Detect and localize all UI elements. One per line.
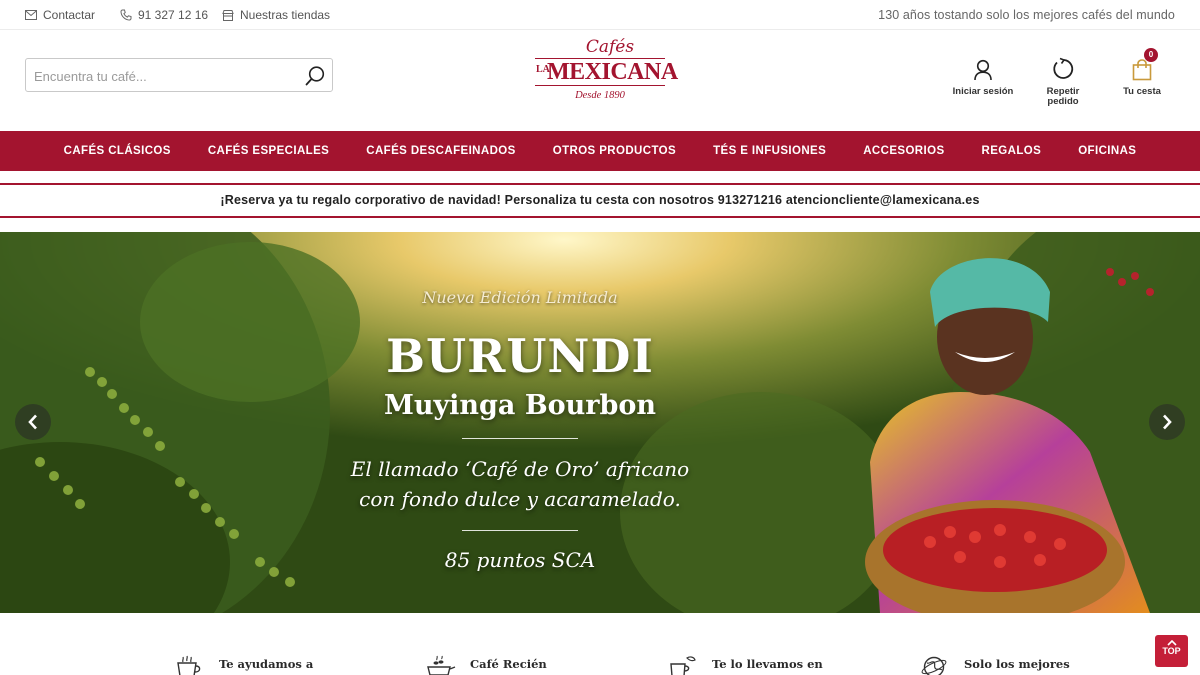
search-icon bbox=[305, 66, 325, 86]
nav-tes-infusiones[interactable]: TÉS E INFUSIONES bbox=[695, 131, 845, 171]
nav-accesorios[interactable]: ACCESORIOS bbox=[845, 131, 963, 171]
stores-label: Nuestras tiendas bbox=[240, 8, 331, 22]
cart-button[interactable]: 0 Tu cesta bbox=[1116, 48, 1168, 97]
hero-title: BURUNDI bbox=[386, 329, 654, 383]
nav-oficinas[interactable]: OFICINAS bbox=[1060, 131, 1155, 171]
search-button[interactable] bbox=[302, 63, 328, 89]
hero-divider-bottom bbox=[462, 530, 578, 531]
cart-label: Tu cesta bbox=[1123, 86, 1161, 97]
coffee-cup-icon bbox=[177, 655, 201, 675]
search-box bbox=[25, 58, 333, 92]
reorder-button[interactable]: Repetir pedido bbox=[1036, 55, 1090, 107]
slider-prev-button[interactable] bbox=[15, 404, 51, 440]
benefit-best-text: Solo los mejores bbox=[964, 657, 1070, 671]
delivery-cup-icon bbox=[670, 656, 696, 675]
benefit-help-text: Te ayudamos a bbox=[219, 657, 314, 671]
header-tagline: 130 años tostando solo los mejores cafés… bbox=[878, 8, 1175, 22]
roasting-pan-icon bbox=[427, 655, 456, 675]
phone-icon bbox=[120, 9, 132, 21]
phone-link[interactable]: 91 327 12 16 bbox=[120, 8, 208, 22]
hero-copy: Nueva Edición Limitada BURUNDI Muyinga B… bbox=[320, 232, 720, 613]
hero-slider[interactable]: Nueva Edición Limitada BURUNDI Muyinga B… bbox=[0, 232, 1200, 613]
hero-description-line-2: con fondo dulce y acaramelado. bbox=[359, 487, 681, 511]
site-header: Cafés LA MEXICANA Desde 1890 Iniciar ses… bbox=[0, 31, 1200, 130]
mail-icon bbox=[25, 10, 37, 20]
slider-next-button[interactable] bbox=[1149, 404, 1185, 440]
promo-banner[interactable]: ¡Reserva ya tu regalo corporativo de nav… bbox=[0, 183, 1200, 218]
back-to-top-button[interactable]: TOP bbox=[1155, 635, 1188, 667]
contact-link[interactable]: Contactar bbox=[25, 8, 95, 22]
nav-cafes-clasicos[interactable]: CAFÉS CLÁSICOS bbox=[45, 131, 189, 171]
benefit-best: Solo los mejores bbox=[920, 655, 1070, 675]
main-navigation: CAFÉS CLÁSICOS CAFÉS ESPECIALES CAFÉS DE… bbox=[0, 131, 1200, 171]
top-utility-bar: Contactar 91 327 12 16 Nuestras tiendas … bbox=[0, 0, 1200, 30]
hero-subtitle: Muyinga Bourbon bbox=[383, 390, 657, 421]
benefit-fresh-text: Café Recién bbox=[470, 657, 547, 671]
site-logo[interactable]: Cafés LA MEXICANA Desde 1890 bbox=[533, 37, 678, 111]
nav-cafes-especiales[interactable]: CAFÉS ESPECIALES bbox=[189, 131, 347, 171]
reorder-icon bbox=[1053, 57, 1074, 79]
hero-description: El llamado ‘Café de Oro’ africano con fo… bbox=[320, 454, 720, 514]
stores-link[interactable]: Nuestras tiendas bbox=[222, 8, 330, 22]
logo-since: Desde 1890 bbox=[575, 90, 625, 101]
login-label: Iniciar sesión bbox=[952, 86, 1014, 97]
logo-cafes-text: Cafés bbox=[585, 37, 635, 57]
benefit-fresh: Café Recién bbox=[426, 655, 547, 675]
benefit-help: Te ayudamos a bbox=[175, 655, 313, 675]
reorder-label-2: pedido bbox=[1047, 96, 1079, 107]
nav-otros-productos[interactable]: OTROS PRODUCTOS bbox=[534, 131, 694, 171]
hero-description-line-1: El llamado ‘Café de Oro’ africano bbox=[350, 457, 690, 481]
hero-edition-label: Nueva Edición Limitada bbox=[422, 288, 618, 307]
benefit-delivery: Te lo llevamos en bbox=[668, 655, 823, 675]
chevron-right-icon bbox=[1163, 414, 1172, 430]
benefit-delivery-text: Te lo llevamos en bbox=[712, 657, 823, 671]
nav-regalos[interactable]: REGALOS bbox=[963, 131, 1060, 171]
user-icon bbox=[974, 59, 992, 81]
nav-cafes-descafeinados[interactable]: CAFÉS DESCAFEINADOS bbox=[348, 131, 534, 171]
shopping-bag-icon bbox=[1132, 59, 1152, 81]
hero-score: 85 puntos SCA bbox=[444, 548, 596, 572]
hero-divider-top bbox=[462, 438, 578, 439]
logo-brand-name: MEXICANA bbox=[547, 59, 678, 85]
store-icon bbox=[222, 9, 234, 21]
globe-icon bbox=[921, 656, 947, 675]
search-input[interactable] bbox=[34, 66, 294, 86]
back-to-top-label: TOP bbox=[1162, 646, 1181, 656]
cart-count-badge: 0 bbox=[1144, 48, 1158, 62]
phone-label: 91 327 12 16 bbox=[138, 8, 209, 22]
contact-label: Contactar bbox=[43, 8, 96, 22]
chevron-left-icon bbox=[28, 414, 37, 430]
login-button[interactable]: Iniciar sesión bbox=[950, 55, 1016, 97]
